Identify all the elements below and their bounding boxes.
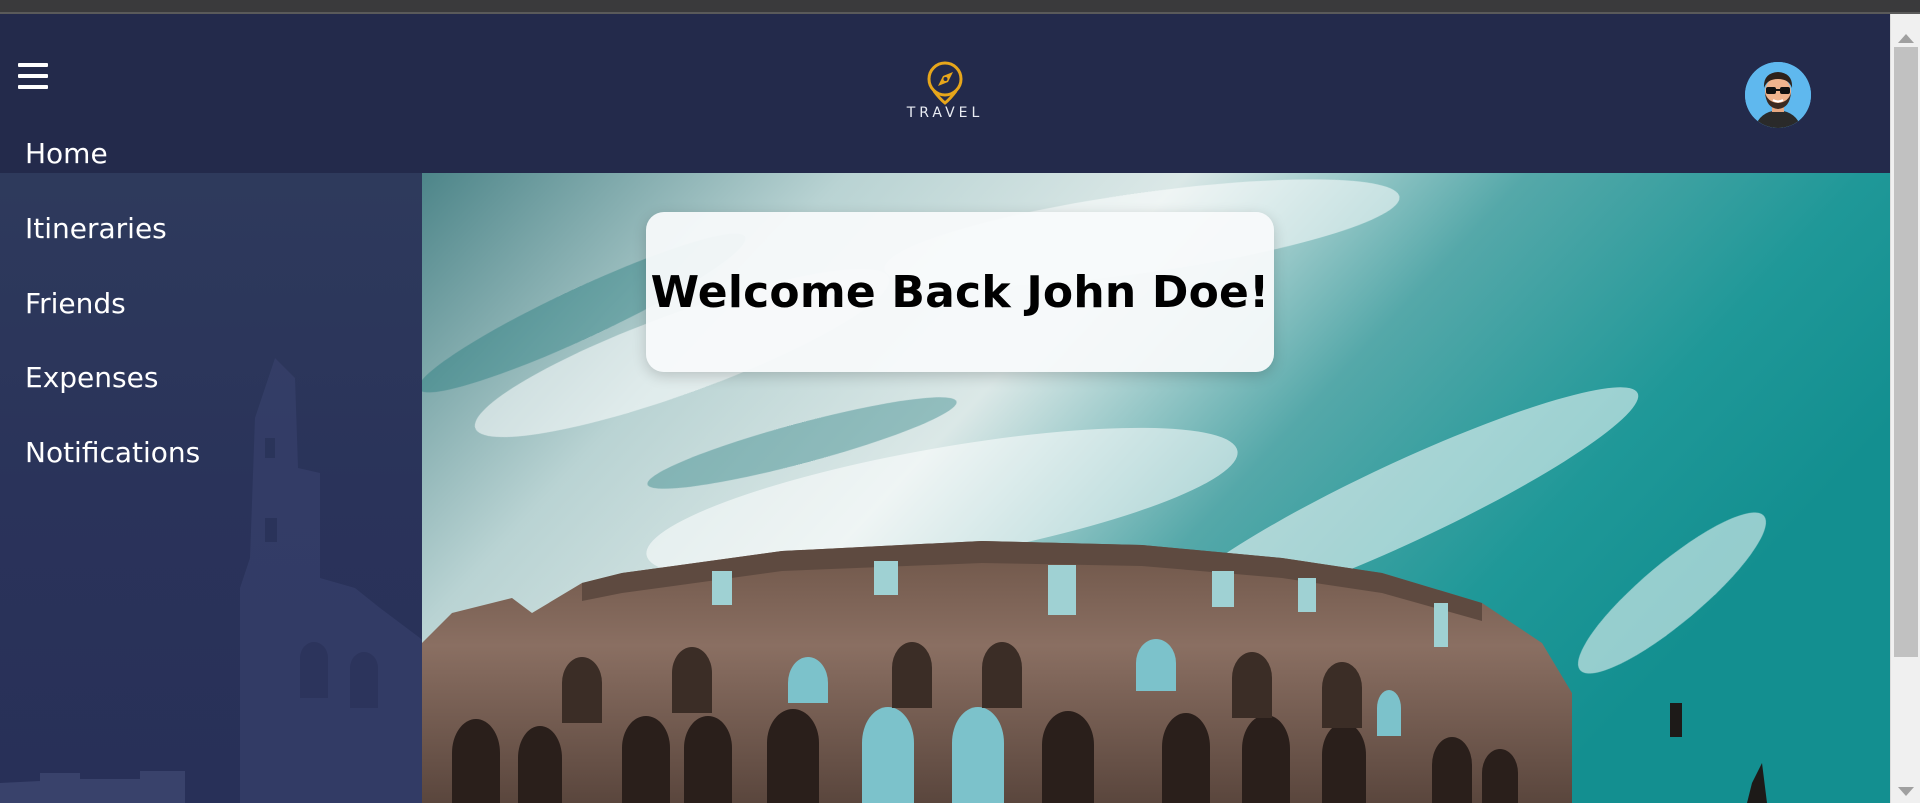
- page-scrollbar[interactable]: [1890, 14, 1920, 803]
- nav-item-home[interactable]: Home: [25, 137, 108, 170]
- nav-item-friends[interactable]: Friends: [25, 287, 126, 320]
- nav-item-notifications[interactable]: Notifications: [25, 436, 200, 469]
- travel-logo[interactable]: TRAVEL: [895, 59, 995, 139]
- scroll-thumb[interactable]: [1894, 47, 1918, 657]
- compass-pin-icon: [927, 61, 963, 105]
- nav-item-itineraries[interactable]: Itineraries: [25, 212, 167, 245]
- browser-top-strip: [0, 0, 1920, 14]
- app-viewport: TRAVEL Home Itineraries Friends Expenses…: [0, 14, 1890, 803]
- welcome-heading: Welcome Back John Doe!: [650, 266, 1270, 318]
- main-nav: Home Itineraries Friends Expenses Notifi…: [0, 14, 422, 803]
- scroll-down-arrow-icon[interactable]: [1898, 787, 1914, 796]
- logo-text: TRAVEL: [906, 105, 984, 121]
- welcome-card: Welcome Back John Doe!: [646, 212, 1274, 372]
- user-avatar-icon[interactable]: [1745, 62, 1811, 128]
- scroll-up-arrow-icon[interactable]: [1898, 34, 1914, 43]
- nav-item-expenses[interactable]: Expenses: [25, 361, 158, 394]
- hero-image: Welcome Back John Doe!: [422, 173, 1890, 803]
- avatar-illustration: [1745, 62, 1811, 128]
